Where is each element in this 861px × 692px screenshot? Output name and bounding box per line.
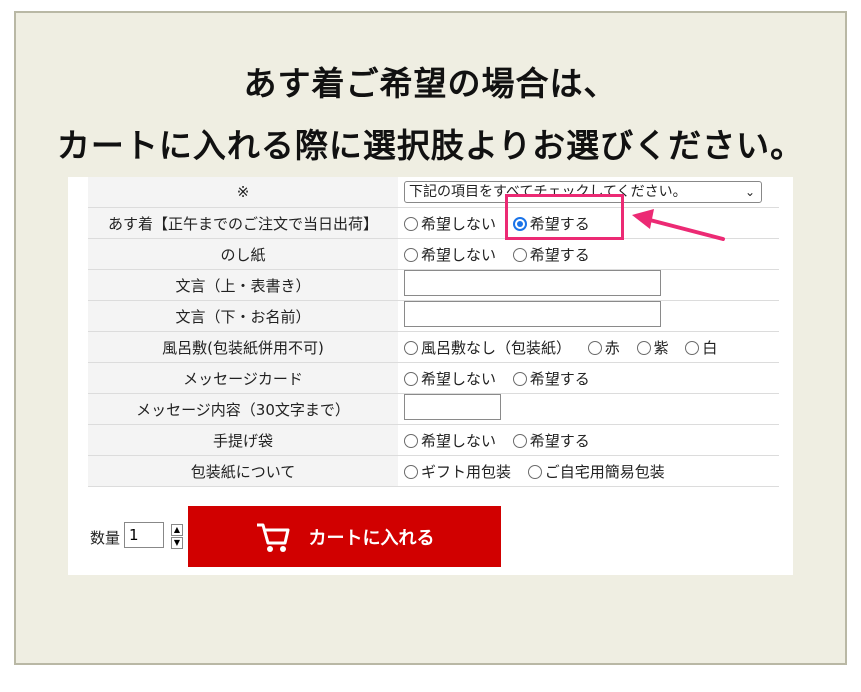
radio-option[interactable]: 希望しない [404,430,496,451]
stepper-up-icon[interactable]: ▲ [171,524,183,536]
stepper-down-icon[interactable]: ▼ [171,537,183,549]
radio-button[interactable] [685,340,700,355]
table-row: ※ 下記の項目をすべてチェックしてください。 ⌄ [88,177,779,208]
quantity-input[interactable]: 1 [124,522,164,548]
radio-label: 希望する [529,431,590,450]
row-label: メッセージ内容（30文字まで） [88,393,398,425]
quantity-label: 数量 [90,529,121,547]
radio-option[interactable]: ギフト用包装 [404,461,511,482]
pointer-arrow-icon [632,209,725,241]
cart-button-label: カートに入れる [308,527,435,549]
radio-button[interactable] [404,371,418,386]
headline-line2: カートに入れる際に選択肢よりお選びください。 [56,126,805,165]
radio-button[interactable] [404,340,418,355]
row-label: 文言（上・表書き） [88,269,398,301]
option-select[interactable]: 下記の項目をすべてチェックしてください。 ⌄ [404,181,762,203]
radio-label: 希望しない [421,431,497,450]
radio-label: 白 [702,338,718,357]
radio-option[interactable]: 希望しない [404,244,496,265]
row-label: ※ [88,177,398,208]
radio-button[interactable] [512,247,527,262]
radio-button[interactable] [404,216,418,231]
radio-button[interactable] [512,433,527,448]
headline-line1: あす着ご希望の場合は、 [243,64,618,103]
radio-button[interactable] [636,340,651,355]
radio-label: 希望する [529,369,590,388]
page-headline: あす着ご希望の場合は、 カートに入れる際に選択肢よりお選びください。 [16,53,845,177]
radio-label: 希望しない [421,245,497,264]
radio-option[interactable]: 希望する [512,213,590,234]
table-row: 文言（下・お名前） [88,300,779,332]
radio-option[interactable]: 希望する [512,430,590,451]
row-label: 文言（下・お名前） [88,300,398,332]
radio-label: ギフト用包装 [421,462,512,481]
radio-button[interactable] [587,340,602,355]
radio-option[interactable]: 希望する [512,244,590,265]
row-label: 手提げ袋 [88,424,398,456]
table-row: メッセージ内容（30文字まで） [88,393,779,425]
radio-option[interactable]: 赤 [587,337,620,358]
table-row: 包装紙について ギフト用包装 ご自宅用簡易包装 [88,455,779,487]
options-card: ※ 下記の項目をすべてチェックしてください。 ⌄ あす着【正午までのご注文で当日… [68,177,793,575]
chevron-down-icon: ⌄ [744,185,755,199]
quantity-stepper[interactable]: ▲ ▼ [171,524,183,549]
radio-button[interactable] [404,433,418,448]
radio-button[interactable] [404,464,418,479]
table-row: 文言（上・表書き） [88,269,779,301]
message-input[interactable] [404,394,501,420]
radio-option[interactable]: 希望しない [404,368,496,389]
row-label: 包装紙について [88,455,398,487]
radio-button-checked[interactable] [512,216,527,231]
table-row: 手提げ袋 希望しない 希望する [88,424,779,456]
radio-button[interactable] [404,247,418,262]
radio-option[interactable]: 紫 [636,337,669,358]
table-row: メッセージカード 希望しない 希望する [88,362,779,394]
radio-label: ご自宅用簡易包装 [544,462,665,481]
row-label: のし紙 [88,238,398,270]
radio-option[interactable]: 風呂敷なし（包装紙） [404,337,571,358]
cart-icon [256,523,289,552]
text-input-lower[interactable] [404,301,661,327]
radio-option[interactable]: ご自宅用簡易包装 [527,461,665,482]
radio-label: 風呂敷なし（包装紙） [421,338,572,357]
radio-button[interactable] [512,371,527,386]
radio-option[interactable]: 希望しない [404,213,496,234]
radio-button[interactable] [527,464,542,479]
radio-option[interactable]: 白 [685,337,717,358]
radio-label: 希望しない [421,214,497,233]
radio-option[interactable]: 希望する [512,368,590,389]
row-label: あす着【正午までのご注文で当日出荷】 [88,207,398,239]
radio-label: 紫 [653,338,669,357]
add-to-cart-button[interactable]: カートに入れる [188,506,501,567]
radio-label: 希望する [529,214,590,233]
table-row: 風呂敷(包装紙併用不可) 風呂敷なし（包装紙） 赤 紫 白 [88,331,779,363]
radio-label: 希望する [529,245,590,264]
radio-label: 希望しない [421,369,497,388]
row-label: メッセージカード [88,362,398,394]
select-value: 下記の項目をすべてチェックしてください。 [409,184,687,200]
radio-label: 赤 [604,338,620,357]
text-input-upper[interactable] [404,270,661,296]
row-label: 風呂敷(包装紙併用不可) [88,331,398,363]
